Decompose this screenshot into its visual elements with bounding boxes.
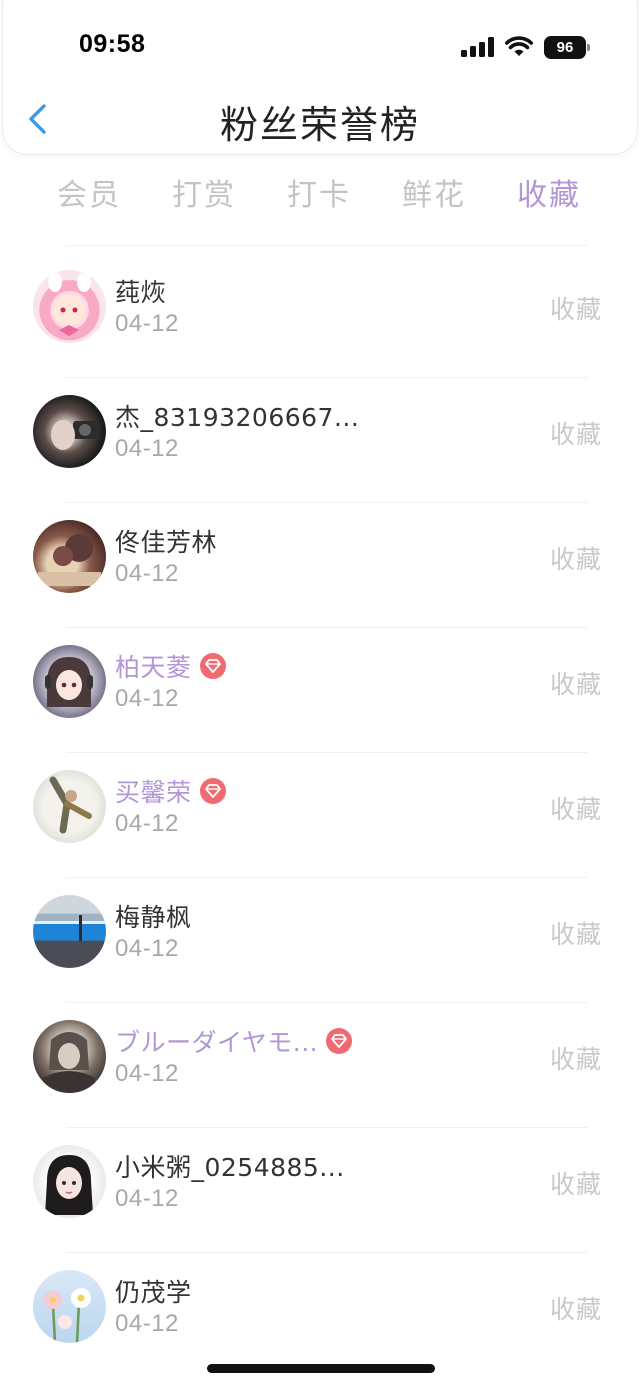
avatar — [33, 770, 106, 843]
avatar-illustration — [45, 657, 93, 707]
avatar — [33, 1270, 106, 1343]
avatar-illustration — [51, 420, 97, 450]
action-label: 收藏 — [550, 1295, 603, 1324]
fan-date: 04-12 — [115, 1185, 179, 1212]
action-label: 收藏 — [550, 420, 603, 449]
fan-row[interactable]: 小米粥_0254885... 04-12 收藏 — [0, 1128, 640, 1253]
fan-date: 04-12 — [115, 1060, 179, 1087]
fan-name: 杰_83193206667... — [115, 403, 360, 432]
fan-date: 04-12 — [115, 560, 179, 587]
battery-icon: 96 — [544, 36, 590, 59]
avatar — [33, 1145, 106, 1218]
status-time: 09:58 — [79, 30, 146, 58]
tab-flowers[interactable]: 鲜花 — [389, 170, 479, 214]
avatar-illustration — [48, 272, 91, 336]
fan-name: 小米粥_0254885... — [115, 1153, 345, 1182]
avatar — [33, 895, 106, 968]
tab-favorites[interactable]: 收藏 — [504, 170, 594, 214]
tab-checkin[interactable]: 打卡 — [274, 170, 364, 214]
fan-row[interactable]: 佟佳芳林 04-12 收藏 — [0, 503, 640, 628]
home-indicator — [207, 1364, 435, 1373]
avatar — [33, 395, 106, 468]
diamond-vip-icon — [326, 1028, 353, 1054]
action-label: 收藏 — [550, 545, 603, 574]
fan-name-vip: 买馨荣 — [115, 773, 226, 809]
fan-row[interactable]: 仍茂学 04-12 收藏 — [0, 1253, 640, 1378]
avatar — [33, 270, 106, 343]
fan-name-text: 柏天菱 — [115, 653, 192, 682]
fan-date: 04-12 — [115, 435, 179, 462]
fan-name: 佟佳芳林 — [115, 528, 218, 557]
action-label: 收藏 — [550, 670, 603, 699]
fan-name-vip: ブルーダイヤモ... — [115, 1023, 353, 1059]
tab-tipping[interactable]: 打赏 — [159, 170, 249, 214]
tab-divider — [66, 245, 588, 246]
fan-row[interactable]: 柏天菱 04-12 收藏 — [0, 628, 640, 753]
tab-membership[interactable]: 会员 — [44, 170, 134, 214]
avatar — [33, 520, 106, 593]
action-label: 收藏 — [550, 1045, 603, 1074]
avatar-illustration — [44, 1288, 91, 1343]
action-label: 收藏 — [550, 295, 603, 324]
fan-row[interactable]: 买馨荣 04-12 收藏 — [0, 753, 640, 878]
fan-name-vip: 柏天菱 — [115, 648, 226, 684]
avatar-illustration — [33, 915, 106, 941]
header: 09:58 96 粉丝荣誉榜 — [2, 0, 638, 155]
action-label: 收藏 — [550, 1170, 603, 1199]
diamond-vip-icon — [199, 653, 226, 679]
page-title: 粉丝荣誉榜 — [219, 103, 420, 147]
diamond-vip-icon — [199, 778, 226, 804]
avatar-illustration — [49, 776, 92, 834]
fan-name-text: ブルーダイヤモ... — [115, 1028, 319, 1057]
fan-name: 仍茂学 — [115, 1278, 192, 1307]
fan-name: 莼烣 — [115, 278, 167, 307]
status-bar: 09:58 96 — [3, 0, 637, 92]
avatar-illustration — [45, 1155, 93, 1215]
action-label: 收藏 — [550, 795, 603, 824]
fan-row[interactable]: 梅静枫 04-12 收藏 — [0, 878, 640, 1003]
fan-date: 04-12 — [115, 1310, 179, 1337]
fan-date: 04-12 — [115, 310, 179, 337]
fan-row[interactable]: ブルーダイヤモ... 04-12 收藏 — [0, 1003, 640, 1128]
avatar — [33, 1020, 106, 1093]
fan-row[interactable]: 莼烣 04-12 收藏 — [0, 253, 640, 378]
fan-date: 04-12 — [115, 685, 179, 712]
tab-bar: 会员 打赏 打卡 鲜花 收藏 — [0, 166, 640, 222]
action-label: 收藏 — [550, 920, 603, 949]
avatar-illustration — [43, 1032, 95, 1093]
avatar — [33, 645, 106, 718]
fan-name: 梅静枫 — [115, 903, 192, 932]
wifi-icon — [505, 36, 533, 56]
avatar-illustration — [38, 534, 101, 586]
battery-tip — [587, 44, 590, 51]
fan-name-text: 买馨荣 — [115, 778, 192, 807]
cellular-signal-icon — [461, 37, 494, 57]
fan-date: 04-12 — [115, 810, 179, 837]
battery-level: 96 — [544, 36, 586, 59]
fan-row[interactable]: 杰_83193206667... 04-12 收藏 — [0, 378, 640, 503]
fan-date: 04-12 — [115, 935, 179, 962]
